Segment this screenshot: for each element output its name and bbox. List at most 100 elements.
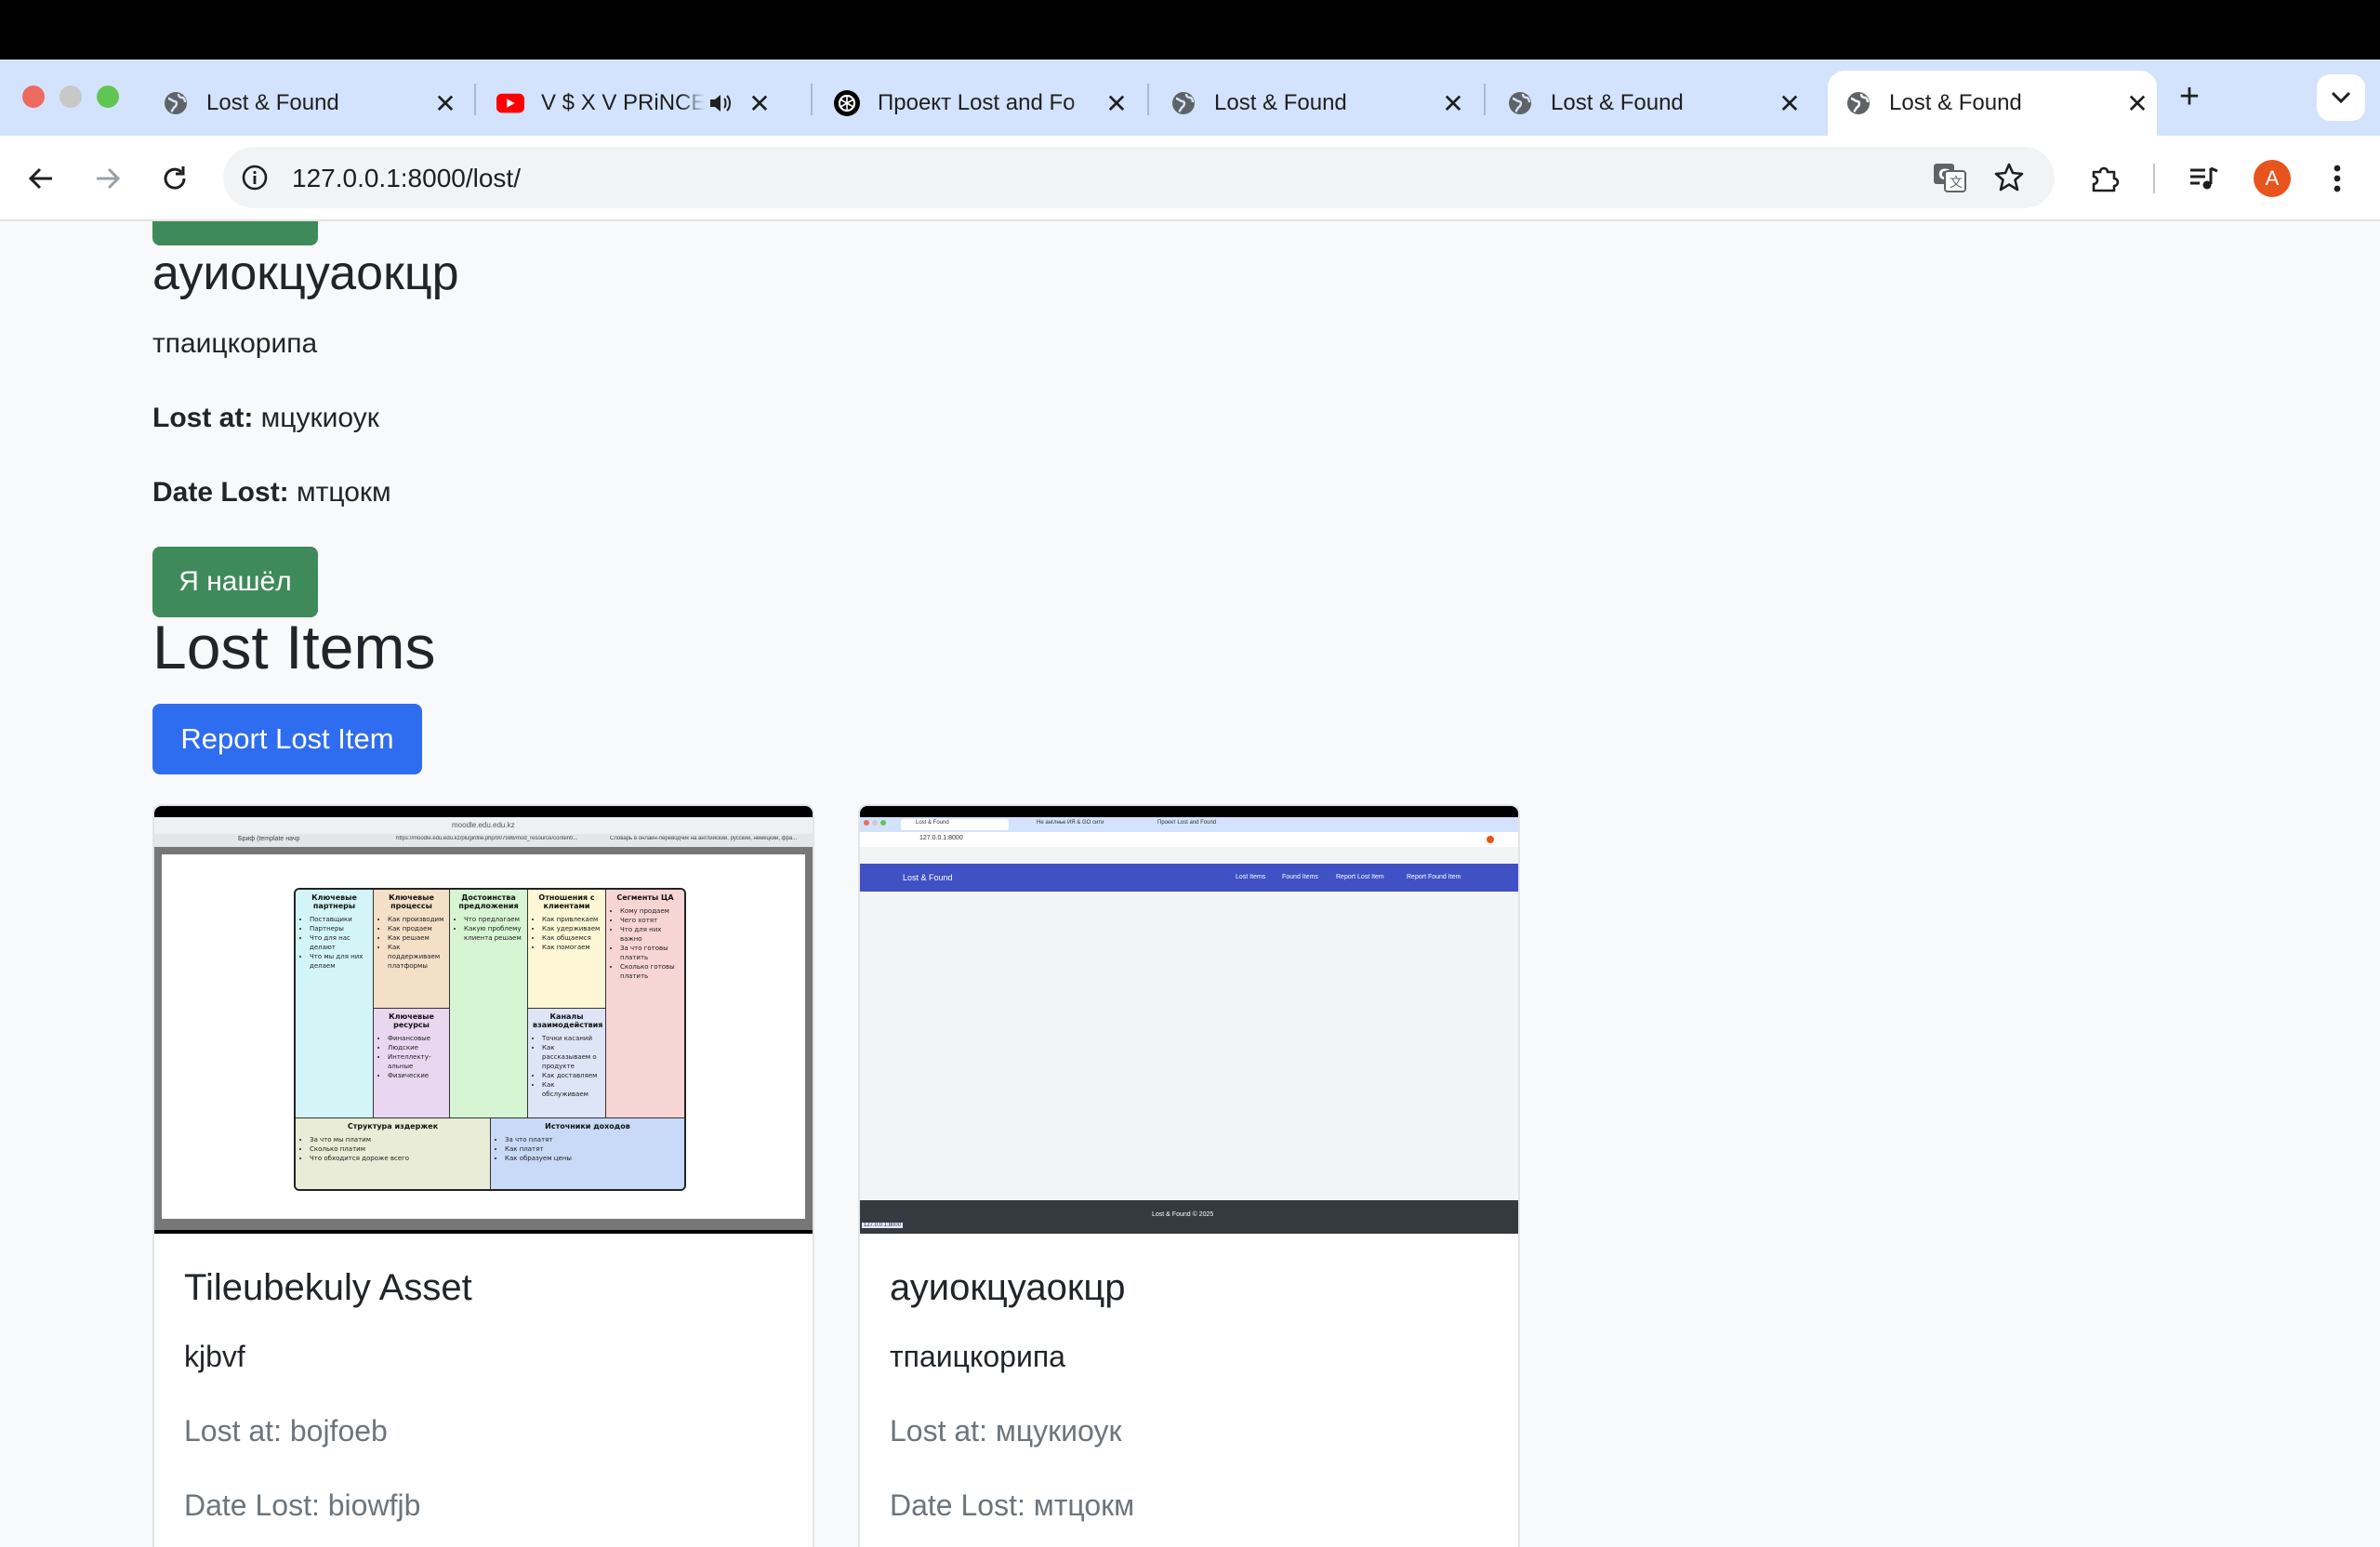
- youtube-icon: [496, 89, 524, 117]
- browser-tab[interactable]: Lost & Found ✕: [1493, 71, 1809, 136]
- close-tab-icon[interactable]: ✕: [1103, 89, 1130, 118]
- speaker-icon[interactable]: [705, 89, 736, 117]
- tab-title: Lost & Found: [1889, 90, 2022, 115]
- globe-icon: [162, 89, 190, 117]
- card-description: kjbvf: [184, 1340, 245, 1373]
- item-description: тпаицкорипа: [152, 328, 318, 359]
- tab-title: Проект Lost and Fo: [878, 90, 1076, 115]
- thumb-tab: Словарь в онлайн-переводчик на английски…: [610, 836, 798, 841]
- arrow-left-icon: [28, 167, 52, 190]
- forward-button[interactable]: [86, 156, 130, 201]
- thumb-brand: Lost & Found: [903, 873, 953, 882]
- tab-separator: [1484, 84, 1486, 115]
- item-image: moodle.edu.edu.kz Бриф (template начр ht…: [154, 806, 813, 1234]
- card-lost-at: Lost at: мцукиоук: [890, 1414, 1122, 1448]
- tab-title: Lost & Found: [1551, 90, 1684, 115]
- site-info-icon[interactable]: [240, 163, 270, 192]
- report-lost-item-button[interactable]: Report Lost Item: [152, 704, 422, 774]
- lost-at-value: мцукиоук: [260, 403, 379, 433]
- browser-tab[interactable]: V $ X V PRiNCE ✕: [483, 71, 800, 136]
- card-date-lost: Date Lost: мтцокм: [890, 1488, 1135, 1522]
- tab-separator: [474, 84, 476, 115]
- thumb-document: Ключевые партнеры ПоставщикиПартнерыЧто …: [162, 854, 805, 1219]
- thumb-nav-link: Report Found Item: [1407, 874, 1461, 880]
- browser-tab-active[interactable]: Lost & Found ✕: [1828, 71, 2157, 136]
- lost-at-label: Lost at:: [152, 403, 254, 433]
- thumb-footer: Lost & Found © 2025 127.0.0.1:8000: [860, 1200, 1518, 1234]
- canvas-channels: Каналы взаимодействия Точки касанийКак р…: [528, 1009, 606, 1118]
- globe-icon: [1506, 89, 1534, 117]
- thumb-nav-link: Found Items: [1282, 874, 1318, 880]
- canvas-partners: Ключевые партнеры ПоставщикиПартнерыЧто …: [296, 890, 374, 1118]
- globe-icon: [1844, 89, 1872, 117]
- close-tab-icon[interactable]: ✕: [1439, 89, 1467, 118]
- canvas-value: Достоинства предложения Что предлагаемКа…: [450, 890, 528, 1118]
- puzzle-icon: [2092, 166, 2120, 192]
- back-button[interactable]: [19, 156, 63, 201]
- media-control-button[interactable]: [2181, 156, 2226, 201]
- thumb-tab: Бриф (template начр: [238, 836, 300, 842]
- card-title: ауиокцуаокцр: [890, 1267, 1126, 1308]
- found-button-scrolled[interactable]: [152, 221, 318, 245]
- canvas-costs: Структура издержек За что мы платимСколь…: [296, 1118, 491, 1189]
- chatgpt-icon: [833, 89, 861, 117]
- thumb-address: moodle.edu.edu.kz: [452, 821, 515, 829]
- lost-item-card[interactable]: Lost & Found Не англнье ИЯ & GO сити Про…: [858, 804, 1520, 1547]
- tab-separator: [811, 84, 813, 115]
- item-date-lost: Date Lost: мтцокм: [152, 477, 391, 509]
- arrow-right-icon: [97, 167, 121, 190]
- bookmark-star-icon[interactable]: [1993, 162, 2025, 193]
- globe-icon: [1170, 89, 1197, 117]
- thumb-browser-bar: moodle.edu.edu.kz: [154, 817, 813, 834]
- date-lost-label: Date Lost:: [152, 477, 289, 508]
- thumb-navbar: Lost & Found Lost Items Found Items Repo…: [860, 864, 1518, 892]
- thumb-address-bar: 127.0.0.1:8000: [860, 832, 1518, 847]
- close-window-button[interactable]: [22, 86, 45, 108]
- browser-tab[interactable]: Lost & Found ✕: [1157, 71, 1473, 136]
- section-title: Lost Items: [152, 613, 436, 681]
- tab-search-button[interactable]: [2317, 74, 2365, 121]
- card-lost-at: Lost at: bojfoeb: [184, 1414, 388, 1448]
- thumb-address: 127.0.0.1:8000: [919, 835, 963, 841]
- tab-separator: [1147, 84, 1149, 115]
- lost-item-card[interactable]: moodle.edu.edu.kz Бриф (template начр ht…: [152, 804, 814, 1547]
- card-date-lost: Date Lost: biowfjb: [184, 1488, 421, 1522]
- system-top-bar: [0, 0, 2380, 60]
- reload-button[interactable]: [152, 156, 197, 201]
- browser-menu-button[interactable]: [2315, 156, 2360, 201]
- maximize-window-button[interactable]: [97, 86, 119, 108]
- playlist-music-icon: [2190, 166, 2218, 190]
- item-title: ауиокцуаокцр: [152, 246, 459, 300]
- thumb-tab: Lost & Found: [916, 820, 949, 826]
- svg-text:文: 文: [1950, 176, 1963, 191]
- profile-avatar[interactable]: A: [2254, 160, 2291, 197]
- chevron-down-icon: [2331, 91, 2351, 104]
- translate-icon[interactable]: G文: [1932, 160, 1967, 195]
- browser-toolbar: 127.0.0.1:8000/lost/ G文 A: [0, 136, 2380, 221]
- card-title: Tileubekuly Asset: [184, 1267, 472, 1308]
- url-text[interactable]: 127.0.0.1:8000/lost/: [292, 164, 521, 193]
- close-tab-icon[interactable]: ✕: [1776, 89, 1804, 118]
- thumb-viewer: Ключевые партнеры ПоставщикиПартнерыЧто …: [154, 847, 813, 1230]
- minimize-window-button[interactable]: [60, 86, 82, 108]
- browser-tab[interactable]: Lost & Found ✕: [149, 71, 465, 136]
- address-bar[interactable]: 127.0.0.1:8000/lost/ G文: [223, 147, 2055, 208]
- browser-tab[interactable]: Проект Lost and Fo ✕: [820, 71, 1136, 136]
- thumb-nav-link: Report Lost Item: [1336, 874, 1384, 880]
- close-tab-icon[interactable]: ✕: [431, 89, 459, 118]
- canvas-relations: Отношения с клиентами Как привлекаемКак …: [528, 890, 606, 1009]
- tab-title: Lost & Found: [1214, 90, 1347, 115]
- extensions-button[interactable]: [2082, 156, 2127, 201]
- close-tab-icon[interactable]: ✕: [746, 89, 774, 118]
- thumb-status-url: 127.0.0.1:8000: [862, 1223, 904, 1228]
- item-image: Lost & Found Не англнье ИЯ & GO сити Про…: [860, 806, 1518, 1234]
- thumb-tab-bar: Бриф (template начр https://moodle.edu.e…: [154, 834, 813, 847]
- found-button[interactable]: Я нашёл: [152, 547, 318, 617]
- tab-title: V $ X V PRiNCE: [541, 90, 705, 115]
- close-tab-icon[interactable]: ✕: [2123, 89, 2151, 118]
- new-tab-button[interactable]: +: [2172, 77, 2207, 116]
- more-vertical-icon: [2334, 165, 2341, 192]
- card-description: тпаицкорипа: [890, 1340, 1065, 1373]
- toolbar-divider: [2153, 164, 2155, 193]
- reload-icon: [164, 166, 186, 190]
